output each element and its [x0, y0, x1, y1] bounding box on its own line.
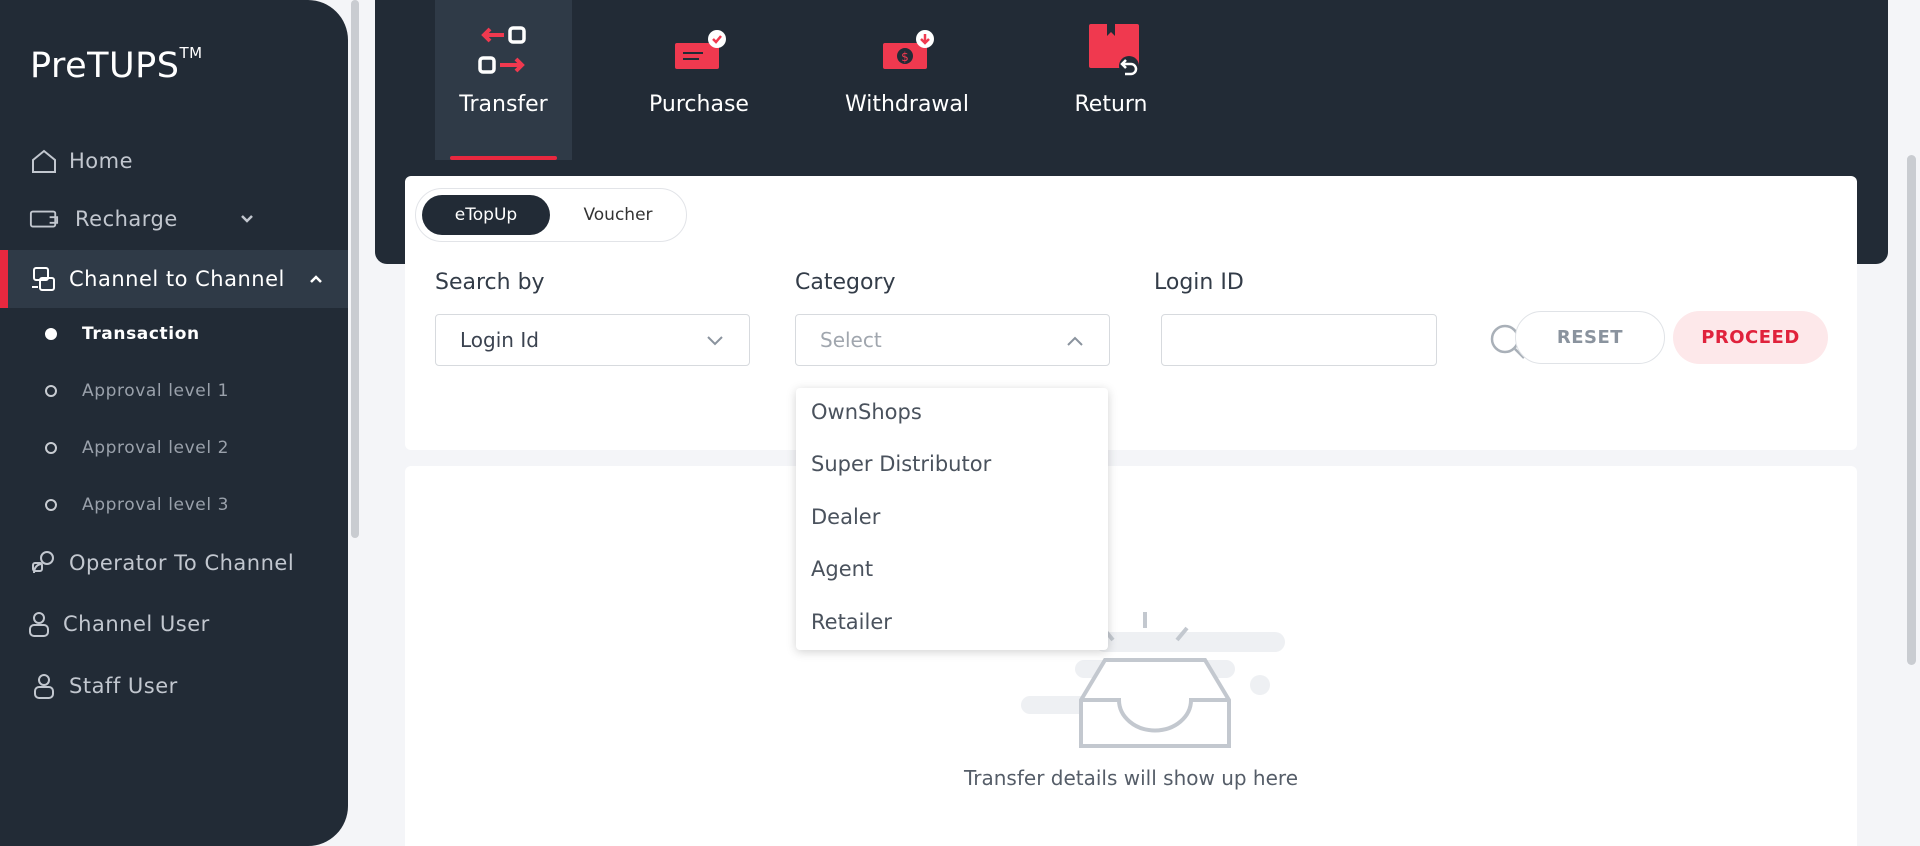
proceed-button[interactable]: PROCEED: [1673, 311, 1828, 364]
withdrawal-icon: $: [872, 22, 942, 78]
user-icon: [24, 609, 54, 639]
sidebar: PreTUPSTM Home Recharge Channel to Chann…: [0, 0, 348, 846]
transfer-icon: [469, 22, 539, 78]
sidebar-item-channel-to-channel[interactable]: Channel to Channel: [0, 250, 348, 308]
sidebar-item-home[interactable]: Home: [0, 136, 348, 186]
dropdown-option-dealer[interactable]: Dealer: [811, 505, 880, 529]
bullet-icon: [45, 499, 57, 511]
dropdown-option-ownshops[interactable]: OwnShops: [811, 400, 922, 424]
search-by-select[interactable]: Login Id: [435, 314, 750, 366]
product-type-toggle: eTopUp Voucher: [415, 188, 687, 242]
page-scrollbar[interactable]: [1907, 155, 1916, 665]
search-by-label: Search by: [435, 270, 545, 295]
dropdown-option-agent[interactable]: Agent: [811, 557, 873, 581]
chevron-down-icon[interactable]: [234, 206, 260, 232]
category-dropdown-menu: OwnShops Super Distributor Dealer Agent …: [796, 388, 1108, 650]
svg-text:$: $: [901, 50, 909, 64]
operator-to-channel-icon: [29, 548, 59, 578]
sidebar-item-operator-to-channel[interactable]: Operator To Channel: [0, 538, 348, 588]
tab-return[interactable]: Return: [1047, 0, 1175, 160]
sidebar-item-staff-user[interactable]: Staff User: [0, 661, 348, 711]
login-id-label: Login ID: [1154, 270, 1244, 295]
home-icon: [29, 146, 59, 176]
sidebar-item-recharge[interactable]: Recharge: [0, 194, 348, 244]
active-tab-underline: [450, 156, 557, 160]
toggle-voucher[interactable]: Voucher: [556, 195, 680, 235]
bullet-icon: [45, 442, 57, 454]
chevron-up-icon[interactable]: [303, 266, 329, 292]
reset-button[interactable]: RESET: [1515, 311, 1665, 364]
tab-purchase[interactable]: Purchase: [632, 0, 766, 160]
tab-withdrawal[interactable]: $ Withdrawal: [827, 0, 987, 160]
user-icon: [29, 671, 59, 701]
recharge-icon: [29, 204, 59, 234]
toggle-etopup[interactable]: eTopUp: [422, 195, 550, 235]
dropdown-option-retailer[interactable]: Retailer: [811, 610, 892, 634]
bullet-icon: [45, 328, 57, 340]
chevron-up-icon: [1063, 329, 1087, 353]
login-id-input[interactable]: [1161, 314, 1437, 366]
bullet-icon: [45, 385, 57, 397]
subitem-approval-level-1[interactable]: Approval level 1: [0, 371, 348, 411]
category-label: Category: [795, 270, 896, 295]
category-select[interactable]: Select: [795, 314, 1110, 366]
app-logo: PreTUPSTM: [30, 44, 203, 86]
subitem-approval-level-3[interactable]: Approval level 3: [0, 485, 348, 525]
purchase-icon: [664, 22, 734, 78]
tab-transfer[interactable]: Transfer: [435, 0, 572, 160]
chevron-down-icon: [703, 329, 727, 353]
return-icon: [1076, 22, 1146, 78]
dropdown-option-super-distributor[interactable]: Super Distributor: [811, 452, 991, 476]
sidebar-item-channel-user[interactable]: Channel User: [0, 599, 348, 649]
subitem-approval-level-2[interactable]: Approval level 2: [0, 428, 348, 468]
sidebar-scrollbar[interactable]: [351, 0, 359, 538]
channel-to-channel-icon: [29, 264, 59, 294]
empty-state-message: Transfer details will show up here: [964, 766, 1298, 790]
subitem-transaction[interactable]: Transaction: [0, 314, 348, 354]
